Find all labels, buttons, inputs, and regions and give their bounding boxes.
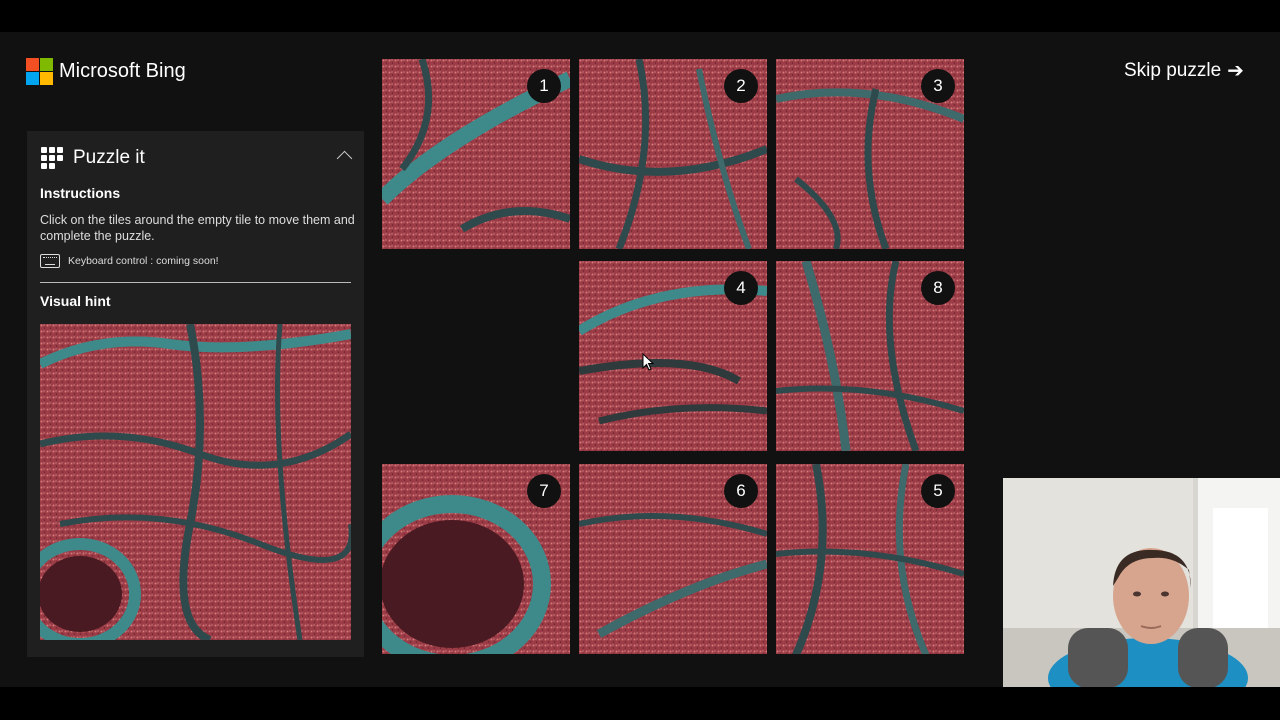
tile-number-badge: 6 — [724, 474, 758, 508]
tile-number-badge: 4 — [724, 271, 758, 305]
puzzle-tile[interactable]: 1 — [382, 59, 570, 249]
keyboard-icon — [40, 254, 60, 268]
instructions-text: Click on the tiles around the empty tile… — [40, 213, 355, 243]
microsoft-logo-icon — [26, 58, 53, 85]
instructions-heading: Instructions — [40, 185, 121, 201]
tile-number-badge: 5 — [921, 474, 955, 508]
puzzle-tile[interactable]: 5 — [776, 464, 964, 654]
puzzle-tile[interactable]: 6 — [579, 464, 767, 654]
tile-number-badge: 8 — [921, 271, 955, 305]
tile-number-badge: 1 — [527, 69, 561, 103]
puzzle-tile[interactable]: 3 — [776, 59, 964, 249]
skip-puzzle-label: Skip puzzle — [1124, 59, 1222, 81]
tile-number-badge: 3 — [921, 69, 955, 103]
grid-icon — [41, 147, 63, 169]
bing-logo[interactable]: Microsoft Bing — [26, 58, 186, 85]
mouse-cursor-icon — [642, 353, 654, 371]
keyboard-note-text: Keyboard control : coming soon! — [68, 255, 219, 267]
chevron-up-icon[interactable] — [336, 150, 353, 167]
tile-number-badge: 7 — [527, 474, 561, 508]
arrow-right-icon: ➔ — [1227, 60, 1244, 82]
panel-title: Puzzle it — [73, 147, 145, 168]
keyboard-note: Keyboard control : coming soon! — [40, 254, 219, 268]
divider — [40, 282, 351, 283]
visual-hint-image — [40, 324, 351, 640]
tile-number-badge: 2 — [724, 69, 758, 103]
puzzle-panel: Puzzle it Instructions Click on the tile… — [27, 131, 364, 657]
puzzle-tile[interactable]: 8 — [776, 261, 964, 451]
webcam-overlay — [1003, 478, 1280, 687]
brand-name: Microsoft Bing — [59, 60, 186, 82]
puzzle-tile[interactable]: 4 — [579, 261, 767, 451]
empty-tile-slot — [382, 261, 570, 453]
visual-hint-heading: Visual hint — [40, 293, 111, 309]
skip-puzzle-button[interactable]: Skip puzzle ➔ — [1124, 58, 1244, 83]
puzzle-tile[interactable]: 7 — [382, 464, 570, 654]
panel-header: Puzzle it — [41, 147, 145, 169]
puzzle-tile[interactable]: 2 — [579, 59, 767, 249]
